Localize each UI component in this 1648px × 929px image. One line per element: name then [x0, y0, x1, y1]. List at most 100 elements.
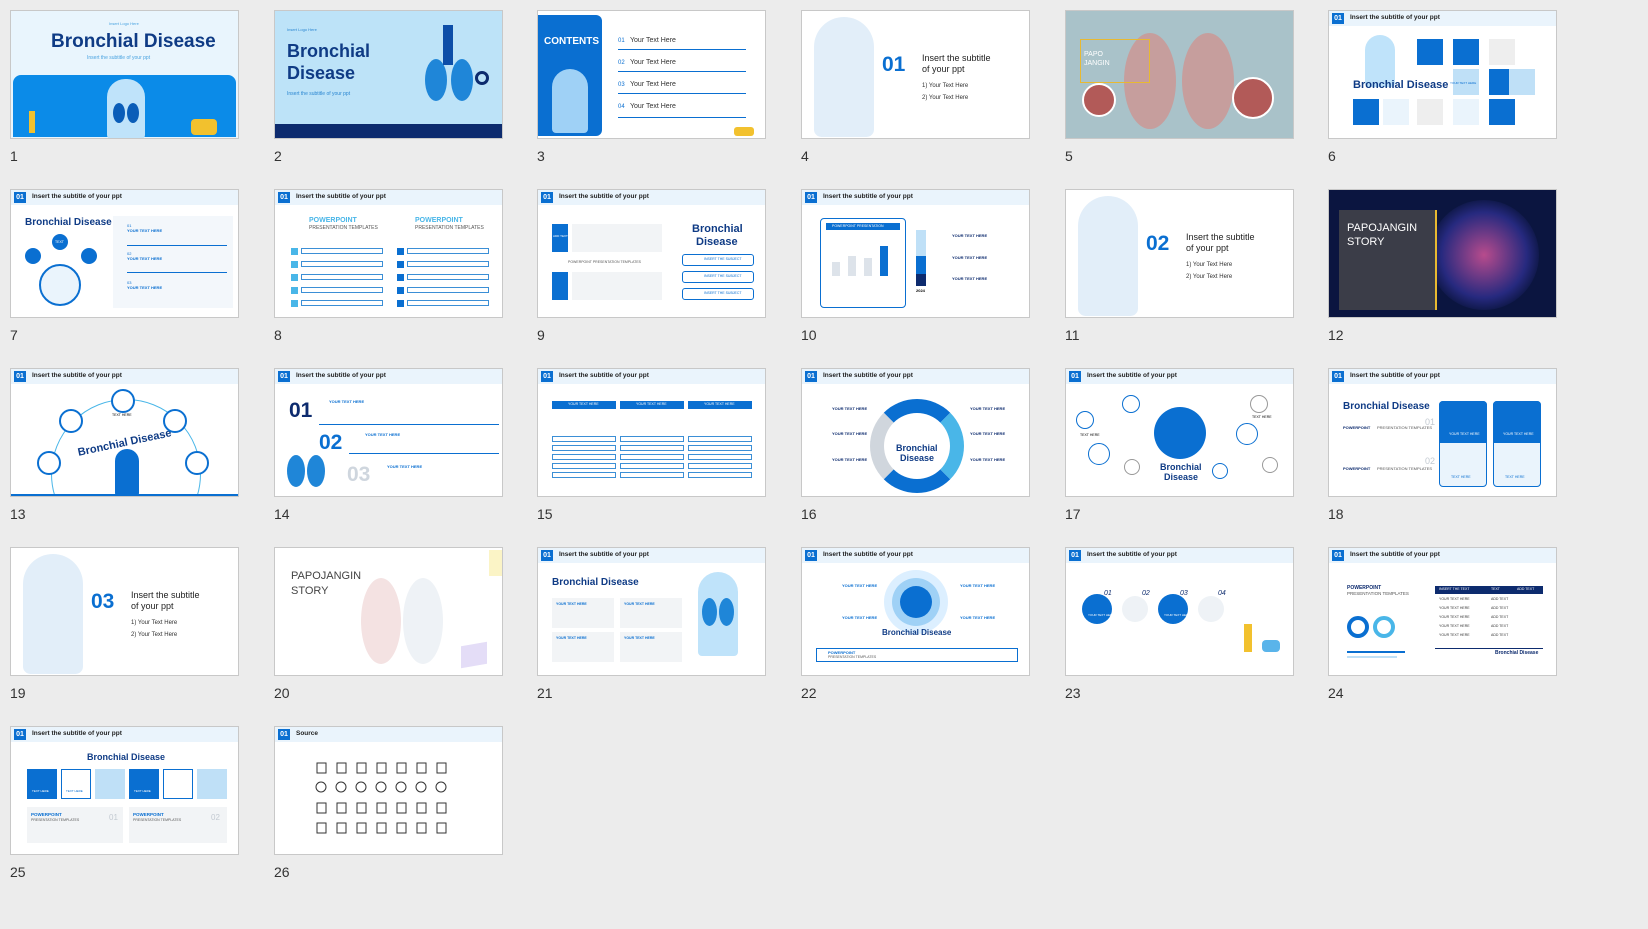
- zoom-detail-right: [1232, 77, 1274, 119]
- table-cell: ADD TEXT: [1491, 597, 1509, 601]
- node-circle: [59, 409, 83, 433]
- slide-thumbnail-7[interactable]: 01 Insert the subtitle of your ppt Bronch…: [10, 189, 239, 318]
- slide-thumbnail-3[interactable]: CONTENTS 01 Your Text Here 02 Your Text …: [537, 10, 766, 139]
- table-row: [552, 454, 616, 460]
- clipboard-icon: [376, 762, 387, 774]
- contents-item-4[interactable]: Your Text Here: [630, 103, 676, 110]
- slide-thumbnail-17[interactable]: 01 Insert the subtitle of your ppt Bronch…: [1065, 368, 1294, 497]
- header-number: 01: [278, 192, 290, 203]
- check-icon: [291, 300, 298, 307]
- slide-thumbnail-26[interactable]: 01 Source: [274, 726, 503, 855]
- slide-thumbnail-20[interactable]: PAPOJANGIN STORY: [274, 547, 503, 676]
- slide-thumbnail-6[interactable]: 01 Insert the subtitle of your ppt Bronch…: [1328, 10, 1557, 139]
- contents-item-3[interactable]: Your Text Here: [630, 81, 676, 88]
- divider: [319, 424, 499, 425]
- card-link[interactable]: TEXT HERE: [1505, 475, 1525, 479]
- list-row: [407, 287, 489, 293]
- section-subtitle-1: Insert the subtitle: [1186, 232, 1255, 242]
- slide-number: 13: [10, 506, 26, 522]
- slide-thumbnail-1[interactable]: Insert Logo Here Bronchial Disease Inser…: [10, 10, 239, 139]
- slide-thumbnail-25[interactable]: 01 Insert the subtitle of your ppt Bronch…: [10, 726, 239, 855]
- slide-thumbnail-23[interactable]: 01 Insert the subtitle of your ppt 01 02 …: [1065, 547, 1294, 676]
- pp-subheading: PRESENTATION TEMPLATES: [415, 225, 484, 231]
- slide-thumbnail-16[interactable]: 01 Insert the subtitle of your ppt Bronch…: [801, 368, 1030, 497]
- slide-title-line2: Disease: [696, 236, 738, 248]
- header-title: Insert the subtitle of your ppt: [823, 551, 913, 558]
- contents-item-1[interactable]: Your Text Here: [630, 37, 676, 44]
- slide-thumbnail-15[interactable]: 01 Insert the subtitle of your ppt YOUR T…: [537, 368, 766, 497]
- syringe-icon: [436, 762, 447, 774]
- slide-thumbnail-14[interactable]: 01 Insert the subtitle of your ppt 01 02 …: [274, 368, 503, 497]
- slide-thumbnail-13[interactable]: 01 Insert the subtitle of your ppt Bronch…: [10, 368, 239, 497]
- pill-icon: [356, 822, 367, 834]
- pp-subheading: PRESENTATION TEMPLATES: [31, 818, 80, 822]
- slide-number: 20: [274, 685, 290, 701]
- slide-thumbnail-11[interactable]: 02 Insert the subtitle of your ppt 1) Yo…: [1065, 189, 1294, 318]
- slide-thumbnail-22[interactable]: 01 Insert the subtitle of your ppt Bronch…: [801, 547, 1030, 676]
- header-number: 01: [14, 371, 26, 382]
- header-title: Insert the subtitle of your ppt: [559, 372, 649, 379]
- grid-cell: [1489, 39, 1515, 65]
- slide-thumbnail-21[interactable]: 01 Insert the subtitle of your ppt Bronch…: [537, 547, 766, 676]
- slide-thumbnail-10[interactable]: 01 Insert the subtitle of your ppt POWERP…: [801, 189, 1030, 318]
- hospital-icon: [396, 762, 407, 774]
- lung-circle: [39, 264, 81, 306]
- body-silhouette: [814, 17, 874, 137]
- icon-box: [27, 769, 57, 799]
- year-label: 2024: [916, 288, 925, 293]
- pp-subheading: PRESENTATION TEMPLATES: [133, 818, 182, 822]
- step-label: YOUR TEXT HERE: [387, 464, 423, 469]
- slide-thumbnail-19[interactable]: 03 Insert the subtitle of your ppt 1) Yo…: [10, 547, 239, 676]
- slide-header: 01 Insert the subtitle of your ppt: [1066, 548, 1293, 563]
- bottom-bar: [275, 124, 502, 138]
- add-text-box: [552, 224, 568, 252]
- table-cell: ADD TEXT: [1491, 615, 1509, 619]
- node-circle: [111, 389, 135, 413]
- slide-number: 6: [1328, 148, 1336, 164]
- lung-left-icon: [287, 455, 305, 487]
- header-title: Source: [296, 730, 319, 737]
- header-title: Insert the subtitle of your ppt: [823, 372, 913, 379]
- story-label-1: PAPO: [1084, 51, 1103, 58]
- table-row: [620, 436, 684, 442]
- bottom-line: [11, 494, 238, 496]
- inhaler-icon: [435, 781, 447, 793]
- check-icon: [397, 248, 404, 255]
- check-icon: [397, 274, 404, 281]
- item-label: YOUR TEXT HERE: [970, 406, 1006, 411]
- lung-right-image: [1182, 33, 1234, 129]
- table-row: [552, 436, 616, 442]
- slide-thumbnail-18[interactable]: 01 Insert the subtitle of your ppt Bronch…: [1328, 368, 1557, 497]
- header-number: 01: [541, 371, 553, 382]
- lung-right-image: [403, 578, 443, 664]
- slide-title: Bronchial Disease: [1343, 401, 1430, 412]
- slide-thumbnail-8[interactable]: 01 Insert the subtitle of your ppt POWERP…: [274, 189, 503, 318]
- slide-title-line2: Disease: [900, 453, 935, 463]
- contents-item-2[interactable]: Your Text Here: [630, 59, 676, 66]
- card-link[interactable]: TEXT HERE: [1451, 475, 1471, 479]
- step-number: 01: [1425, 417, 1436, 427]
- slide-thumbnail-2[interactable]: Insert Logo Here Bronchial Disease Inser…: [274, 10, 503, 139]
- decor-square: [489, 550, 502, 576]
- grid-cell: [1417, 99, 1443, 125]
- section-point-1: 1) Your Text Here: [131, 620, 178, 626]
- slide-number: 21: [537, 685, 553, 701]
- table-row: [620, 445, 684, 451]
- header-number: 01: [278, 371, 290, 382]
- slide-title: Bronchial Disease: [1353, 79, 1449, 91]
- step-label: YOUR TEXT HERE: [1088, 613, 1115, 617]
- card-label: YOUR TEXT HERE: [624, 602, 655, 606]
- item-label: YOUR TEXT HERE: [842, 615, 878, 620]
- node-circle: [1262, 457, 1278, 473]
- section-subtitle-2: of your ppt: [131, 601, 174, 611]
- slide-thumbnail-24[interactable]: 01 Insert the subtitle of your ppt POWERP…: [1328, 547, 1557, 676]
- info-card-top: [1439, 401, 1487, 443]
- slide-thumbnail-4[interactable]: 01 Insert the subtitle of your ppt 1) Yo…: [801, 10, 1030, 139]
- table-row: [688, 472, 752, 478]
- slide-thumbnail-5[interactable]: PAPO JANGIN: [1065, 10, 1294, 139]
- slide-thumbnail-9[interactable]: 01 Insert the subtitle of your ppt ADD TE…: [537, 189, 766, 318]
- check-icon: [397, 300, 404, 307]
- logo-text: Insert Logo Here: [287, 27, 317, 32]
- icon-box-label: TEXT HERE: [32, 789, 49, 793]
- slide-thumbnail-12[interactable]: PAPOJANGIN STORY: [1328, 189, 1557, 318]
